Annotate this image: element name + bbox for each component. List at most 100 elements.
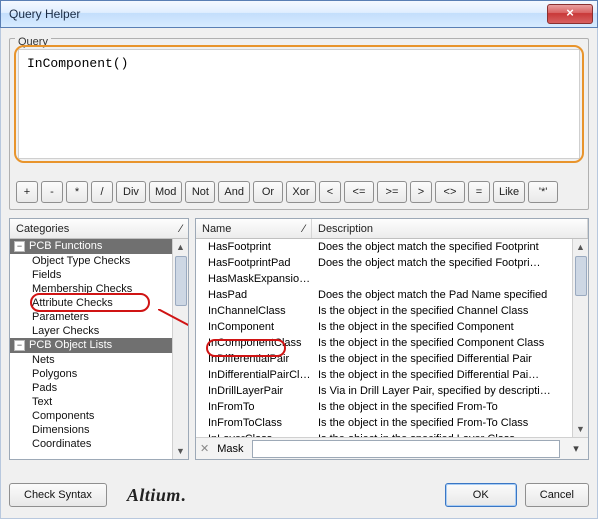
operator-button[interactable]: - [41,181,63,203]
category-group-label: PCB Object Lists [29,339,112,351]
operator-button[interactable]: Xor [286,181,316,203]
category-item[interactable]: Polygons [10,367,188,381]
operator-button[interactable]: < [319,181,341,203]
window-body: Query InComponent() +-*/DivModNotAndOrXo… [0,28,598,519]
query-frame: InComponent() +-*/DivModNotAndOrXor<<=>=… [9,38,589,210]
function-description: Is the object in the specified Component… [312,337,588,349]
category-item[interactable]: Pads [10,381,188,395]
categories-list: −PCB FunctionsObject Type ChecksFieldsMe… [10,239,188,459]
operator-button[interactable]: > [410,181,432,203]
ok-button[interactable]: OK [445,483,517,507]
category-item[interactable]: Attribute Checks [10,296,188,310]
function-row[interactable]: InFromToClassIs the object in the specif… [196,415,588,431]
titlebar: Query Helper × [0,0,598,28]
scroll-up-icon[interactable]: ▲ [574,239,588,255]
mask-label: Mask [217,443,243,455]
categories-header-label: Categories [16,223,69,235]
operator-button[interactable]: Mod [149,181,182,203]
function-name: HasFootprint [196,241,312,253]
function-row[interactable]: InChannelClassIs the object in the speci… [196,303,588,319]
function-description: Is the object in the specified Different… [312,369,588,381]
function-row[interactable]: HasMaskExpansio… [196,271,588,287]
name-column-header[interactable]: Name ⁄ [196,219,312,238]
category-item[interactable]: Dimensions [10,423,188,437]
function-name: InFromTo [196,401,312,413]
function-row[interactable]: HasFootprintPadDoes the object match the… [196,255,588,271]
operator-button[interactable]: '*' [528,181,558,203]
operator-button[interactable]: >= [377,181,407,203]
function-description: Is the object in the specified From-To C… [312,417,588,429]
operator-button[interactable]: + [16,181,38,203]
category-item[interactable]: Layer Checks [10,324,188,338]
function-row[interactable]: InDifferentialPairCl…Is the object in th… [196,367,588,383]
operator-button[interactable]: = [468,181,490,203]
mask-dropdown-icon[interactable]: ▾ [568,442,584,455]
query-textarea[interactable]: InComponent() [18,49,580,159]
function-description: Does the object match the specified Foot… [312,241,588,253]
category-item[interactable]: Fields [10,268,188,282]
function-row[interactable]: InComponentIs the object in the specifie… [196,319,588,335]
category-item[interactable]: Membership Checks [10,282,188,296]
query-group: Query InComponent() +-*/DivModNotAndOrXo… [9,38,589,210]
scroll-down-icon[interactable]: ▼ [574,421,588,437]
functions-header: Name ⁄ Description [196,219,588,239]
operator-button[interactable]: Not [185,181,215,203]
function-row[interactable]: HasFootprintDoes the object match the sp… [196,239,588,255]
mask-input[interactable] [252,440,561,458]
function-description: Is the object in the specified From-To [312,401,588,413]
category-item[interactable]: Object Type Checks [10,254,188,268]
function-name: HasPad [196,289,312,301]
category-item[interactable]: Components [10,409,188,423]
function-row[interactable]: InDrillLayerPairIs Via in Drill Layer Pa… [196,383,588,399]
sort-icon: ⁄ [303,223,305,235]
function-row[interactable]: InDifferentialPairIs the object in the s… [196,351,588,367]
category-item[interactable]: Nets [10,353,188,367]
operator-button[interactable]: <= [344,181,374,203]
operator-button[interactable]: Like [493,181,525,203]
function-row[interactable]: HasPadDoes the object match the Pad Name… [196,287,588,303]
scroll-down-icon[interactable]: ▼ [174,443,188,459]
category-group[interactable]: −PCB Functions [10,239,188,254]
scroll-thumb[interactable] [575,256,587,296]
category-item[interactable]: Text [10,395,188,409]
description-column-header[interactable]: Description [312,219,588,238]
tree-toggle-icon[interactable]: − [14,340,25,351]
function-row[interactable]: InComponentClassIs the object in the spe… [196,335,588,351]
category-item[interactable]: Parameters [10,310,188,324]
scroll-up-icon[interactable]: ▲ [174,239,188,255]
operator-button[interactable]: Or [253,181,283,203]
categories-header[interactable]: Categories ⁄ [10,219,188,239]
check-syntax-button[interactable]: Check Syntax [9,483,107,507]
operator-button[interactable]: Div [116,181,146,203]
function-description: Does the object match the specified Foot… [312,257,588,269]
function-name: InLayerClass [196,433,312,437]
operator-toolbar: +-*/DivModNotAndOrXor<<=>=><>=Like'*' [16,181,582,203]
functions-panel: Name ⁄ Description HasFootprintDoes the … [195,218,589,460]
function-name: InFromToClass [196,417,312,429]
function-name: InDifferentialPairCl… [196,369,312,381]
operator-button[interactable]: <> [435,181,465,203]
category-item[interactable]: Coordinates [10,437,188,451]
function-description: Is the object in the specified Channel C… [312,305,588,317]
description-header-label: Description [318,223,373,235]
function-row[interactable]: InLayerClassIs the object in the specifi… [196,431,588,437]
categories-panel: Categories ⁄ −PCB FunctionsObject Type C… [9,218,189,460]
categories-scrollbar[interactable]: ▲ ▼ [172,239,188,459]
function-name: InDrillLayerPair [196,385,312,397]
window-title: Query Helper [9,7,80,21]
mask-clear-icon[interactable]: ✕ [200,442,209,455]
functions-scrollbar[interactable]: ▲ ▼ [572,239,588,437]
operator-button[interactable]: * [66,181,88,203]
tree-toggle-icon[interactable]: − [14,241,25,252]
sort-icon: ⁄ [180,223,182,235]
functions-list: HasFootprintDoes the object match the sp… [196,239,588,437]
close-button[interactable]: × [547,4,593,24]
category-group[interactable]: −PCB Object Lists [10,338,188,353]
scroll-thumb[interactable] [175,256,187,306]
function-name: InDifferentialPair [196,353,312,365]
bottom-bar: Check Syntax Altium. OK Cancel [9,480,589,510]
cancel-button[interactable]: Cancel [525,483,589,507]
function-row[interactable]: InFromToIs the object in the specified F… [196,399,588,415]
operator-button[interactable]: / [91,181,113,203]
operator-button[interactable]: And [218,181,250,203]
